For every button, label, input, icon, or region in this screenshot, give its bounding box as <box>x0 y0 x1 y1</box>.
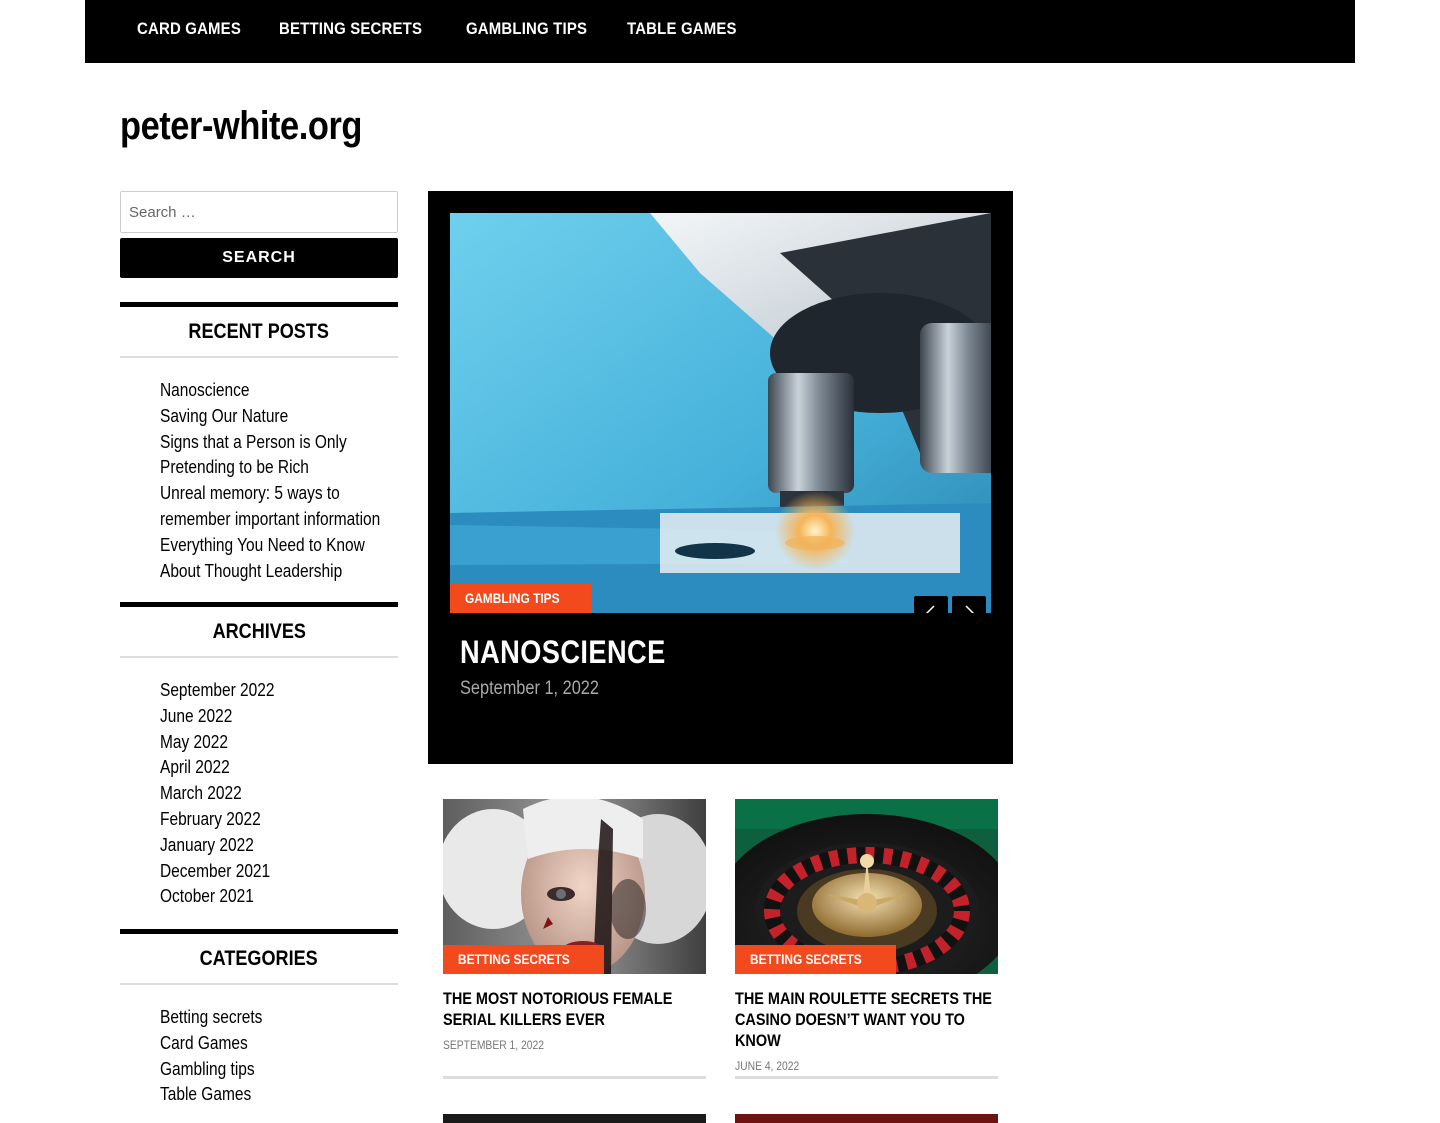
category-link[interactable]: Card Games <box>160 1031 399 1057</box>
archive-link[interactable]: September 2022 <box>160 678 399 704</box>
nav-item-betting-secrets[interactable]: Betting secrets <box>279 19 422 39</box>
category-link[interactable]: Gambling tips <box>160 1057 399 1083</box>
widget-header: Categories <box>120 929 398 985</box>
post-card: Betting secrets The Main Roulette Secret… <box>735 799 999 1079</box>
recent-posts-list: Nanoscience Saving Our Nature Signs that… <box>120 378 398 584</box>
archive-link[interactable]: January 2022 <box>160 833 399 859</box>
microscope-illustration <box>450 213 991 613</box>
recent-post-link[interactable]: Signs that a Person is Only Pretending t… <box>160 430 399 482</box>
featured-category-badge[interactable]: Gambling tips <box>450 584 592 613</box>
archive-link[interactable]: April 2022 <box>160 755 399 781</box>
recent-posts-widget: Recent Posts Nanoscience Saving Our Natu… <box>120 302 398 584</box>
categories-widget: Categories Betting secrets Card Games Ga… <box>120 929 398 1108</box>
card-divider <box>443 1076 706 1079</box>
category-link[interactable]: Table Games <box>160 1082 399 1108</box>
chevron-left-icon <box>925 605 935 613</box>
top-nav-menu: Card Games Betting secrets Gambling tips… <box>137 19 790 39</box>
featured-slider: Gambling tips Nanoscience September 1, 2… <box>428 191 1013 764</box>
featured-title[interactable]: Nanoscience <box>460 634 666 671</box>
post-category-badge[interactable]: Betting secrets <box>443 945 605 974</box>
category-link[interactable]: Betting secrets <box>160 1005 399 1031</box>
recent-post-link[interactable]: Unreal memory: 5 ways to remember import… <box>160 481 399 533</box>
slider-prev-button[interactable] <box>914 596 948 613</box>
recent-post-link[interactable]: Nanoscience <box>160 378 399 404</box>
post-date: June 4, 2022 <box>735 1059 800 1073</box>
search-button[interactable]: Search <box>120 238 398 278</box>
recent-post-link[interactable]: Saving Our Nature <box>160 404 399 430</box>
slider-next-button[interactable] <box>952 596 986 613</box>
card-divider <box>735 1076 998 1079</box>
archive-link[interactable]: May 2022 <box>160 730 399 756</box>
archives-list: September 2022 June 2022 May 2022 April … <box>120 678 398 910</box>
post-thumbnail[interactable] <box>735 1114 998 1123</box>
post-title[interactable]: The Main Roulette Secrets the Casino Doe… <box>735 988 999 1051</box>
categories-list: Betting secrets Card Games Gambling tips… <box>120 1005 398 1108</box>
post-category-badge[interactable]: Betting secrets <box>735 945 897 974</box>
top-nav: Card Games Betting secrets Gambling tips… <box>85 0 1355 63</box>
recent-posts-title: Recent Posts <box>188 319 330 343</box>
archives-title: Archives <box>212 619 306 643</box>
site-title[interactable]: peter-white.org <box>120 104 362 149</box>
post-card: Betting secrets The Most Notorious Femal… <box>443 799 707 1079</box>
archive-link[interactable]: December 2021 <box>160 859 399 885</box>
widget-header: Recent Posts <box>120 302 398 358</box>
archive-link[interactable]: February 2022 <box>160 807 399 833</box>
archive-link[interactable]: June 2022 <box>160 704 399 730</box>
archive-link[interactable]: March 2022 <box>160 781 399 807</box>
post-date: September 1, 2022 <box>443 1038 544 1052</box>
post-title[interactable]: The Most Notorious Female Serial Killers… <box>443 988 707 1030</box>
recent-post-link[interactable]: Everything You Need to Know About Though… <box>160 533 399 585</box>
archive-link[interactable]: October 2021 <box>160 884 399 910</box>
categories-title: Categories <box>199 946 319 970</box>
nav-item-card-games[interactable]: Card Games <box>137 19 241 39</box>
nav-item-table-games[interactable]: Table Games <box>627 19 737 39</box>
widget-header: Archives <box>120 602 398 658</box>
featured-image[interactable]: Gambling tips <box>450 213 991 613</box>
post-thumbnail[interactable]: Betting secrets <box>735 799 998 974</box>
post-thumbnail[interactable] <box>443 1114 706 1123</box>
archives-widget: Archives September 2022 June 2022 May 20… <box>120 602 398 910</box>
search-input[interactable] <box>120 191 398 233</box>
sidebar: Search Recent Posts Nanoscience Saving O… <box>120 191 398 1104</box>
nav-item-gambling-tips[interactable]: Gambling tips <box>466 19 587 39</box>
post-thumbnail[interactable]: Betting secrets <box>443 799 706 974</box>
featured-date: September 1, 2022 <box>460 678 599 699</box>
chevron-right-icon <box>965 605 975 613</box>
